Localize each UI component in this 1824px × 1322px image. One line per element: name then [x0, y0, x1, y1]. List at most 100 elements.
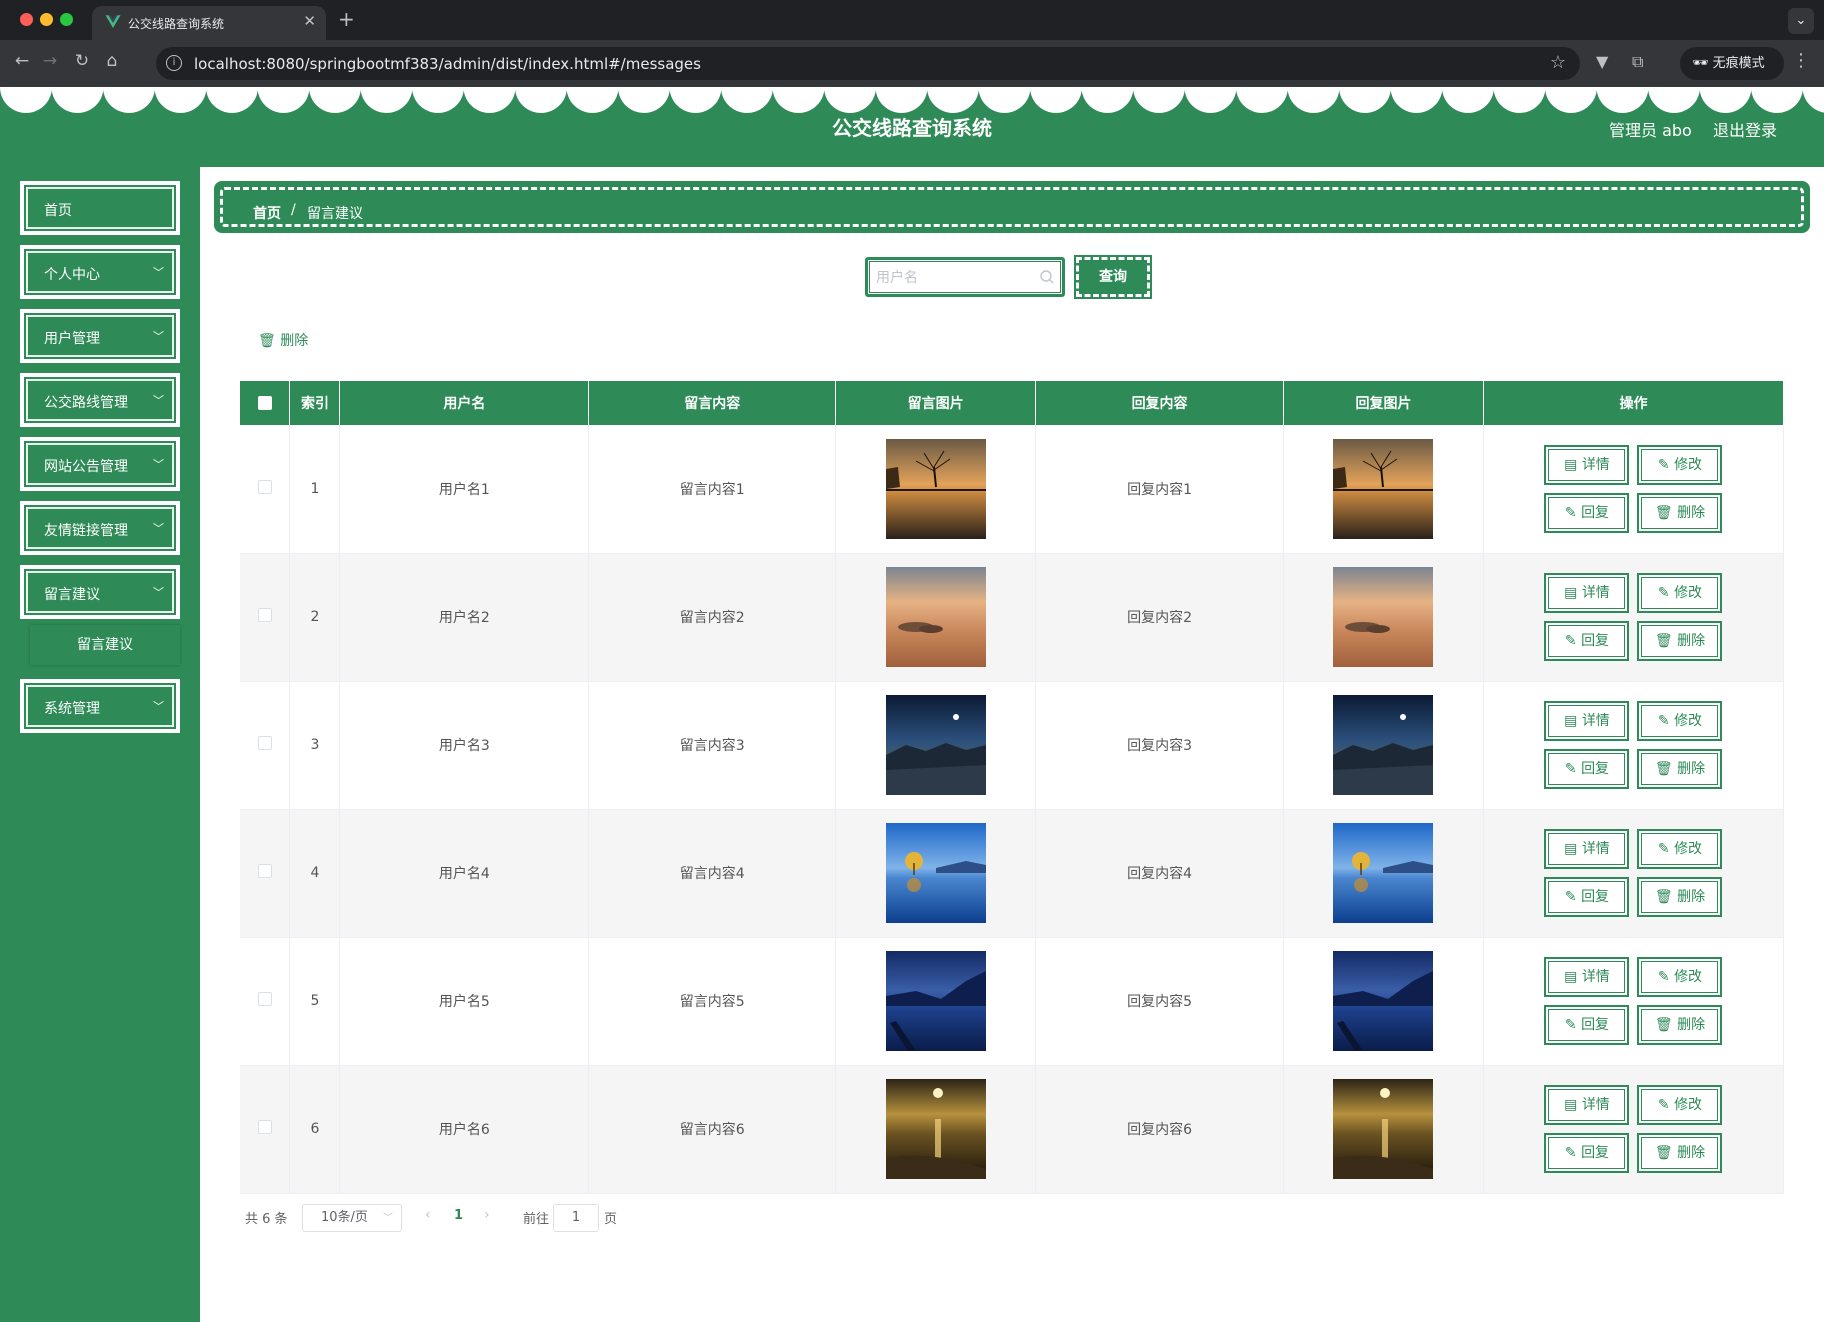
search-field[interactable] — [865, 257, 1065, 297]
sidebar-item-friend-links[interactable]: 友情链接管理 ﹀ — [20, 501, 180, 555]
pencil-icon: ✎ — [1657, 456, 1670, 473]
prev-page-icon[interactable]: ‹ — [425, 1207, 431, 1223]
search-input[interactable] — [876, 268, 1026, 288]
reply-button[interactable]: ✎ 回复 — [1544, 1005, 1630, 1045]
detail-button[interactable]: ▤ 详情 — [1544, 701, 1630, 741]
reply-label: 回复 — [1581, 504, 1610, 521]
back-icon[interactable]: ← — [10, 51, 34, 71]
scallop — [103, 87, 155, 113]
delete-button[interactable]: 🗑 删除 — [1637, 492, 1723, 533]
lake-tree-sunset-image[interactable] — [1333, 438, 1434, 539]
content-cell: 留言内容2 — [588, 553, 837, 682]
detail-button[interactable]: ▤ 详情 — [1544, 1085, 1630, 1125]
edit-button[interactable]: ✎ 修改 — [1637, 957, 1723, 997]
edit-button[interactable]: ✎ 修改 — [1637, 701, 1723, 741]
row-select-cell[interactable] — [240, 809, 291, 938]
browser-menu-icon[interactable]: ⋮ — [1792, 50, 1810, 71]
sunset-clouds-image[interactable] — [1333, 567, 1434, 667]
extensions-icon[interactable]: ⧉ — [1632, 52, 1643, 72]
query-button[interactable]: 查询 — [1074, 255, 1152, 299]
edit-button[interactable]: ✎ 修改 — [1637, 1085, 1723, 1125]
select-all-cell[interactable] — [240, 381, 291, 425]
url-text[interactable]: localhost:8080/springbootmf383/admin/dis… — [194, 55, 701, 73]
reply-button[interactable]: ✎ 回复 — [1544, 1133, 1630, 1173]
row-select-cell[interactable] — [240, 553, 291, 682]
row-checkbox[interactable] — [257, 608, 272, 622]
blue-lake-tree-image[interactable] — [1333, 823, 1434, 923]
row-checkbox[interactable] — [257, 479, 272, 494]
page-size-select[interactable]: 10条/页 ﹀ — [302, 1204, 402, 1232]
delete-button[interactable]: 🗑 删除 — [1637, 749, 1723, 789]
reload-icon[interactable]: ↻ — [70, 51, 94, 71]
goto-page-input[interactable]: 1 — [553, 1204, 599, 1232]
sunset-clouds-image[interactable] — [885, 567, 986, 667]
site-info-icon[interactable]: i — [166, 55, 182, 71]
logout-link[interactable]: 退出登录 — [1713, 117, 1777, 141]
row-select-cell[interactable] — [240, 681, 291, 810]
incognito-badge[interactable]: 🕶 无痕模式 — [1680, 47, 1784, 80]
detail-button[interactable]: ▤ 详情 — [1544, 573, 1630, 613]
reply-button[interactable]: ✎ 回复 — [1544, 877, 1630, 917]
edit-button[interactable]: ✎ 修改 — [1637, 573, 1723, 613]
reply-button[interactable]: ✎ 回复 — [1544, 749, 1630, 789]
blue-fjord-dusk-image[interactable] — [1333, 951, 1434, 1051]
reply-button[interactable]: ✎ 回复 — [1544, 621, 1630, 661]
breadcrumb-home[interactable]: 首页 — [253, 203, 281, 223]
batch-delete-button[interactable]: 🗑 删除 — [258, 330, 308, 350]
row-select-cell[interactable] — [240, 425, 291, 554]
breadcrumb-separator: / — [291, 202, 296, 218]
sidebar-item-announcements[interactable]: 网站公告管理 ﹀ — [20, 437, 180, 491]
browser-tab[interactable]: 公交线路查询系统 ✕ — [92, 6, 326, 40]
row-select-cell[interactable] — [240, 1065, 291, 1194]
actions-cell: ▤ 详情 ✎ 修改 ✎ 回复 🗑 删除 — [1483, 425, 1785, 554]
edit-button[interactable]: ✎ 修改 — [1637, 444, 1723, 485]
minimize-window-button[interactable] — [40, 13, 53, 26]
sidebar-item-users[interactable]: 用户管理 ﹀ — [20, 309, 180, 363]
delete-button[interactable]: 🗑 删除 — [1637, 1133, 1723, 1173]
page-number[interactable]: 1 — [454, 1208, 463, 1223]
detail-button[interactable]: ▤ 详情 — [1544, 957, 1630, 997]
address-bar[interactable]: i localhost:8080/springbootmf383/admin/d… — [156, 47, 1580, 80]
blue-lake-tree-image[interactable] — [885, 823, 986, 923]
lake-tree-sunset-image[interactable] — [885, 438, 986, 539]
row-checkbox[interactable] — [257, 736, 272, 750]
golden-sea-sunset-image[interactable] — [885, 1079, 986, 1179]
night-mountain-moon-image[interactable] — [1333, 695, 1434, 795]
edit-button[interactable]: ✎ 修改 — [1637, 829, 1723, 869]
delete-label: 删除 — [1677, 1145, 1706, 1161]
browser-tab-bar: 公交线路查询系统 ✕ + ⌄ — [0, 0, 1824, 40]
bookmark-star-icon[interactable]: ☆ — [1550, 52, 1566, 73]
row-checkbox[interactable] — [257, 864, 272, 878]
new-tab-icon[interactable]: + — [338, 7, 355, 31]
golden-sea-sunset-image[interactable] — [1333, 1079, 1434, 1179]
sidebar-item-system[interactable]: 系统管理 ﹀ — [20, 679, 180, 733]
home-icon[interactable]: ⌂ — [100, 51, 124, 71]
select-all-checkbox[interactable] — [257, 396, 272, 410]
scallop — [1236, 87, 1288, 113]
reply-button[interactable]: ✎ 回复 — [1544, 492, 1630, 533]
night-mountain-moon-image[interactable] — [885, 695, 986, 795]
row-checkbox[interactable] — [257, 1120, 272, 1134]
reply-image-cell — [1283, 681, 1484, 810]
sidebar-item-messages[interactable]: 留言建议 ﹀ — [20, 565, 180, 619]
forward-icon[interactable]: → — [38, 51, 62, 71]
detail-button[interactable]: ▤ 详情 — [1544, 444, 1630, 485]
blue-fjord-dusk-image[interactable] — [885, 951, 986, 1051]
delete-button[interactable]: 🗑 删除 — [1637, 1005, 1723, 1045]
close-tab-icon[interactable]: ✕ — [303, 12, 316, 30]
submenu-item-messages[interactable]: 留言建议 — [30, 625, 180, 665]
delete-button[interactable]: 🗑 删除 — [1637, 621, 1723, 661]
row-checkbox[interactable] — [257, 992, 272, 1006]
next-page-icon[interactable]: › — [484, 1207, 490, 1223]
sidebar-item-home[interactable]: 首页 — [20, 181, 180, 235]
close-window-button[interactable] — [20, 13, 33, 26]
sidebar-item-profile[interactable]: 个人中心 ﹀ — [20, 245, 180, 299]
row-select-cell[interactable] — [240, 937, 291, 1066]
vpn-extension-icon[interactable]: ▼ — [1596, 52, 1608, 71]
table-row: 4 用户名4 留言内容4 回复内容4 ▤ 详情 ✎ 修改 ✎ 回复 🗑 删除 — [240, 809, 1785, 938]
tab-search-icon[interactable]: ⌄ — [1788, 8, 1814, 34]
delete-button[interactable]: 🗑 删除 — [1637, 877, 1723, 917]
maximize-window-button[interactable] — [60, 13, 73, 26]
sidebar-item-bus-routes[interactable]: 公交路线管理 ﹀ — [20, 373, 180, 427]
detail-button[interactable]: ▤ 详情 — [1544, 829, 1630, 869]
